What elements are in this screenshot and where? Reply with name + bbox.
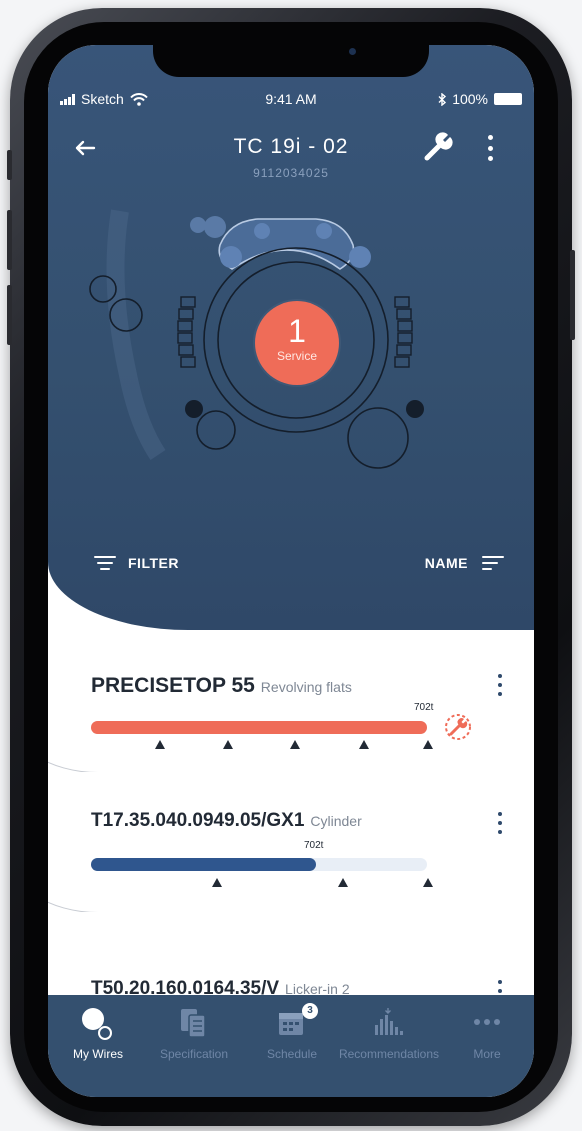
- silent-switch: [7, 150, 12, 180]
- wire-category: Revolving flats: [260, 679, 352, 695]
- tab-more[interactable]: More: [448, 995, 526, 1075]
- service-marker: [359, 740, 369, 749]
- service-marker: [423, 878, 433, 887]
- wire-marker-label: 702t: [304, 840, 324, 851]
- service-marker: [212, 878, 222, 887]
- specification-icon: [181, 1009, 206, 1038]
- tab-specification[interactable]: Specification: [152, 995, 236, 1075]
- bar-chart-icon: [375, 1008, 403, 1035]
- service-label: Service: [276, 349, 317, 363]
- battery-icon: [494, 93, 522, 105]
- sort-icon: [482, 556, 504, 570]
- schedule-badge: 3: [302, 1003, 318, 1019]
- wire-progress-fill: [91, 721, 427, 734]
- wire-options-button[interactable]: [495, 812, 505, 834]
- service-marker: [223, 740, 233, 749]
- wire-marker-label: 702t: [414, 702, 434, 713]
- battery-percent: 100%: [452, 91, 488, 107]
- wire-options-button[interactable]: [495, 674, 505, 696]
- bluetooth-icon: [438, 92, 447, 106]
- service-marker: [155, 740, 165, 749]
- wire-progress-fill: [91, 858, 317, 871]
- notch: [153, 45, 429, 77]
- more-options-button[interactable]: [480, 133, 500, 163]
- tab-my-wires[interactable]: My Wires: [56, 995, 140, 1075]
- filter-button[interactable]: FILTER: [94, 555, 179, 571]
- machine-serial: 9112034025: [253, 166, 329, 180]
- status-bar: Sketch 9:41 AM 100%: [48, 91, 534, 111]
- service-marker: [423, 740, 433, 749]
- machine-header: Sketch 9:41 AM 100% TC 19i - 02 91120340…: [48, 45, 534, 630]
- sort-button[interactable]: NAME: [425, 555, 504, 571]
- title-row: TC 19i - 02: [48, 133, 534, 167]
- service-marker: [338, 878, 348, 887]
- tab-recommendations[interactable]: Recommendations: [338, 995, 440, 1075]
- wire-progress-track: [91, 858, 427, 871]
- filter-label: FILTER: [128, 555, 179, 571]
- volume-up-button: [7, 210, 12, 270]
- wrench-icon[interactable]: [422, 131, 454, 163]
- service-due-icon[interactable]: [443, 712, 473, 742]
- service-marker: [290, 740, 300, 749]
- filter-sort-row: FILTER NAME: [48, 555, 534, 579]
- sort-label: NAME: [424, 555, 468, 571]
- wire-name: T17.35.040.0949.05/GX1 Cylinder: [91, 810, 362, 831]
- front-camera: [349, 48, 356, 55]
- wire-card[interactable]: PRECISETOP 55 Revolving flats 702t: [48, 630, 534, 773]
- service-count: 1: [288, 313, 306, 349]
- bottom-tab-bar: My Wires Specification 3 Schedule Recomm…: [48, 995, 534, 1097]
- wires-icon: [82, 1008, 112, 1040]
- power-button: [570, 250, 575, 340]
- tab-schedule[interactable]: 3 Schedule: [250, 995, 334, 1075]
- app-screen: Sketch 9:41 AM 100% TC 19i - 02 91120340…: [48, 45, 534, 1097]
- wire-category: Cylinder: [310, 813, 362, 829]
- more-dots-icon: [474, 1019, 500, 1025]
- wire-name: PRECISETOP 55 Revolving flats: [91, 674, 352, 697]
- volume-down-button: [7, 285, 12, 345]
- wire-progress-track: [91, 721, 427, 734]
- service-badge[interactable]: 1 Service: [255, 301, 339, 385]
- machine-title: TC 19i - 02: [233, 135, 349, 158]
- filter-icon: [94, 556, 116, 570]
- wire-card[interactable]: T17.35.040.0949.05/GX1 Cylinder 702t: [48, 772, 534, 913]
